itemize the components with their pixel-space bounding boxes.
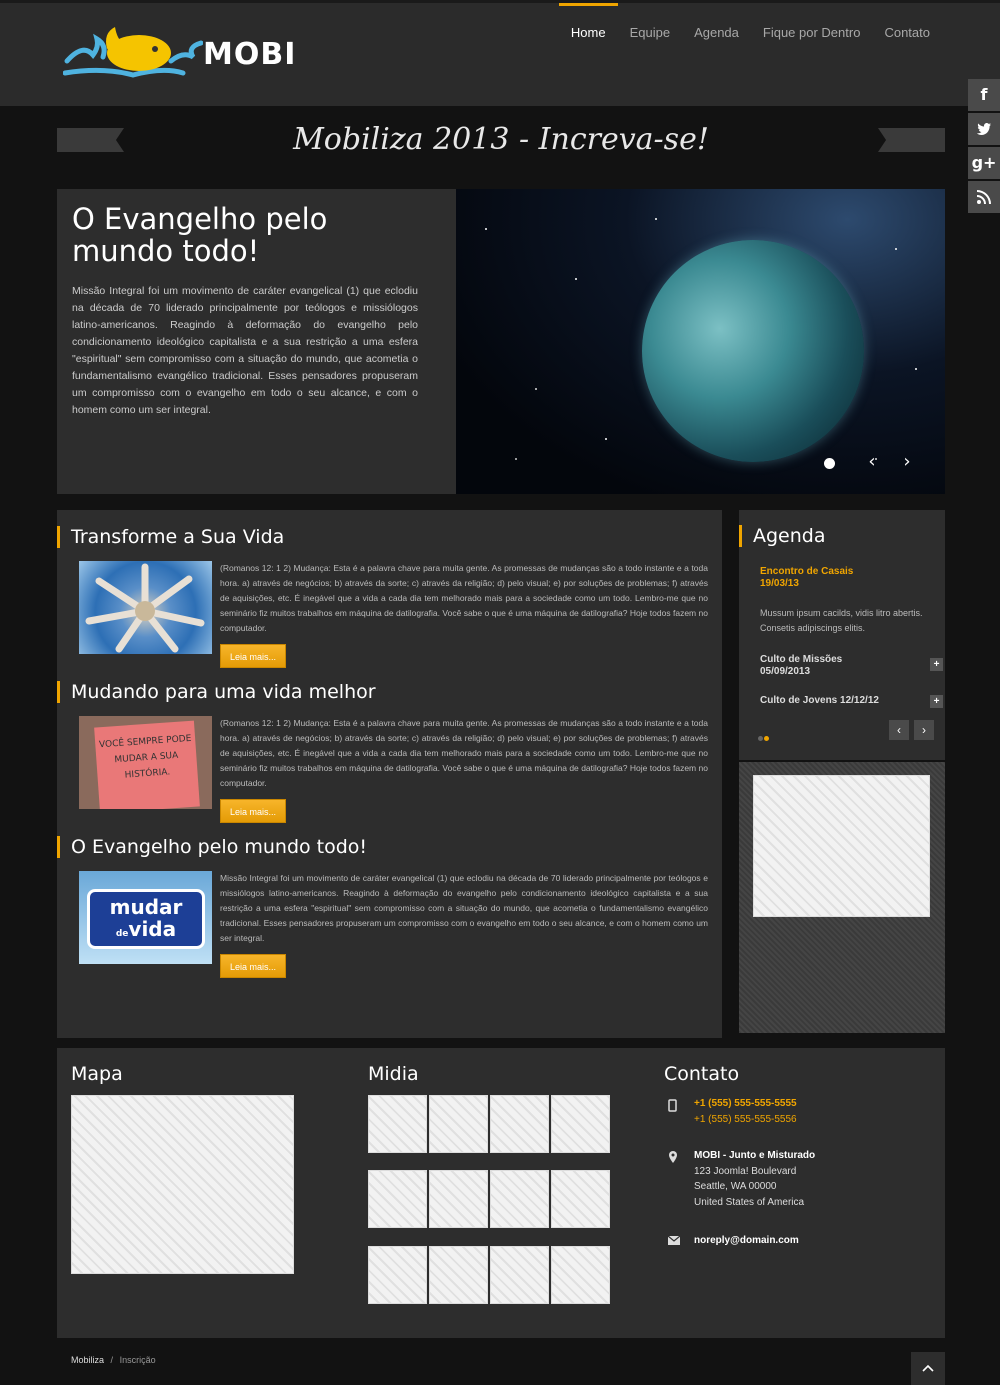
article-image: VOCÊ SEMPRE PODE MUDAR A SUA HISTÓRIA.: [79, 716, 212, 809]
contact-address: MOBI - Junto e Misturado 123 Joomla! Bou…: [694, 1148, 815, 1210]
hero-text: Missão Integral foi um movimento de cará…: [72, 285, 418, 416]
agenda-pagination: [758, 728, 773, 741]
article-text: (Romanos 12: 1 2) Mudança: Esta é a pala…: [220, 718, 708, 788]
main-nav: Home Equipe Agenda Fique por Dentro Cont…: [558, 3, 942, 63]
featured-event-date: 19/03/13: [760, 578, 799, 589]
articles-panel: Transforme a Sua Vida (Romanos 12: 1 2) …: [57, 510, 722, 1038]
event-item[interactable]: Culto de Missões 05/09/2013 +: [760, 654, 943, 678]
nav-item-fique-por-dentro[interactable]: Fique por Dentro: [751, 3, 873, 63]
whale-logo-icon: [62, 27, 204, 78]
phone-2[interactable]: +1 (555) 555-555-5556: [694, 1112, 797, 1128]
media-thumb[interactable]: [551, 1170, 610, 1228]
phone-icon: [668, 1099, 681, 1112]
read-more-button[interactable]: Leia mais...: [220, 644, 286, 668]
social-bar: f g+: [968, 79, 1000, 215]
read-more-button[interactable]: Leia mais...: [220, 954, 286, 978]
phone-1[interactable]: +1 (555) 555-555-5555: [694, 1096, 797, 1112]
logo-word-de: de: [115, 929, 129, 939]
address-line-2: Seattle, WA 00000: [694, 1181, 777, 1192]
email-icon: [667, 1235, 681, 1248]
breadcrumb-home[interactable]: Mobiliza: [71, 1355, 104, 1365]
sidebar-image-panel: [739, 762, 945, 1033]
article-image: mudar devida: [79, 871, 212, 964]
logo-line-de-vida: devida: [90, 918, 202, 945]
page-dot[interactable]: [758, 736, 763, 741]
address-line-3: United States of America: [694, 1196, 805, 1208]
breadcrumb: Mobiliza / Inscrição: [71, 1355, 156, 1365]
expand-icon[interactable]: +: [930, 695, 943, 708]
media-thumb[interactable]: [551, 1095, 610, 1153]
page-dot-active[interactable]: [764, 736, 769, 741]
media-thumb[interactable]: [429, 1246, 488, 1304]
midia-title: Midia: [368, 1063, 419, 1085]
event-label: Culto de Missões: [760, 654, 843, 665]
facebook-icon[interactable]: f: [968, 79, 1000, 111]
nav-item-agenda[interactable]: Agenda: [682, 3, 751, 63]
slider-prev-icon[interactable]: ‹: [862, 451, 882, 475]
media-thumb[interactable]: [490, 1246, 549, 1304]
media-thumb[interactable]: [429, 1170, 488, 1228]
event-date: 05/09/2013: [760, 666, 811, 677]
hero-title: O Evangelho pelo mundo todo!: [72, 202, 328, 268]
article-title[interactable]: O Evangelho pelo mundo todo!: [57, 836, 367, 858]
logo-word-vida: vida: [128, 917, 177, 941]
event-label: Culto de Jovens 12/12/12: [760, 695, 879, 706]
banner-title[interactable]: Mobiliza 2013 - Increva-se!: [57, 122, 945, 157]
media-thumb[interactable]: [429, 1095, 488, 1153]
sign-text: VOCÊ SEMPRE PODE MUDAR A SUA HISTÓRIA.: [94, 720, 200, 809]
agenda-next-button[interactable]: ›: [914, 720, 934, 740]
slider-next-icon[interactable]: ›: [897, 451, 917, 475]
hero-image: ‹ ›: [456, 189, 945, 494]
article-image: [79, 561, 212, 654]
hero-slider: O Evangelho pelo mundo todo! Missão Inte…: [57, 189, 945, 494]
agenda-title: Agenda: [739, 525, 826, 547]
footer: Mapa Midia Contato +1 (555) 555-555-5555…: [57, 1048, 945, 1338]
media-thumb[interactable]: [490, 1170, 549, 1228]
agenda-prev-button[interactable]: ‹: [889, 720, 909, 740]
header: MOBI Home Equipe Agenda Fique por Dentro…: [0, 0, 1000, 106]
nav-item-home[interactable]: Home: [558, 3, 618, 63]
mapa-title: Mapa: [71, 1063, 123, 1085]
article-text: Missão Integral foi um movimento de cará…: [220, 873, 708, 943]
media-thumb[interactable]: [368, 1095, 427, 1153]
article-title[interactable]: Transforme a Sua Vida: [57, 526, 284, 548]
slider-dot[interactable]: [824, 458, 835, 469]
back-to-top-button[interactable]: [911, 1352, 945, 1385]
sample-image[interactable]: [753, 775, 930, 917]
org-name: MOBI - Junto e Misturado: [694, 1150, 816, 1161]
expand-icon[interactable]: +: [930, 658, 943, 671]
media-thumb[interactable]: [490, 1095, 549, 1153]
hands-image: [85, 563, 205, 653]
chevron-up-icon: [922, 1364, 934, 1372]
map-image[interactable]: [71, 1095, 294, 1274]
featured-event-desc: Mussum ipsum cacilds, vidis litro aberti…: [760, 608, 923, 633]
agenda-panel: Agenda Encontro de Casais 19/03/13 Mussu…: [739, 510, 945, 760]
featured-event-title[interactable]: Encontro de Casais: [760, 566, 853, 578]
mudar-de-vida-logo: mudar devida: [87, 889, 205, 949]
media-thumb[interactable]: [368, 1170, 427, 1228]
article-title[interactable]: Mudando para uma vida melhor: [57, 681, 376, 703]
media-thumb[interactable]: [368, 1246, 427, 1304]
address-line-1: 123 Joomla! Boulevard: [694, 1165, 797, 1177]
planet: [642, 240, 864, 462]
rss-icon[interactable]: [968, 181, 1000, 213]
contact-email[interactable]: noreply@domain.com: [694, 1233, 799, 1249]
media-thumb[interactable]: [551, 1246, 610, 1304]
location-pin-icon: [668, 1151, 681, 1164]
hero-caption: O Evangelho pelo mundo todo! Missão Inte…: [57, 189, 456, 494]
nav-item-contato[interactable]: Contato: [872, 3, 942, 63]
contato-title: Contato: [664, 1063, 740, 1085]
google-plus-icon[interactable]: g+: [968, 147, 1000, 179]
article-text: (Romanos 12: 1 2) Mudança: Esta é a pala…: [220, 563, 708, 633]
breadcrumb-current: Inscrição: [119, 1355, 156, 1365]
contact-phones: +1 (555) 555-555-5555 +1 (555) 555-555-5…: [694, 1096, 797, 1127]
breadcrumb-separator: /: [110, 1355, 114, 1365]
event-item[interactable]: Culto de Jovens 12/12/12 +: [760, 695, 943, 708]
twitter-icon[interactable]: [968, 113, 1000, 145]
read-more-button[interactable]: Leia mais...: [220, 799, 286, 823]
banner: Mobiliza 2013 - Increva-se!: [57, 122, 945, 157]
brand-name: MOBI: [203, 37, 297, 72]
nav-item-equipe[interactable]: Equipe: [618, 3, 682, 63]
logo-word-mudar: mudar: [109, 895, 183, 919]
